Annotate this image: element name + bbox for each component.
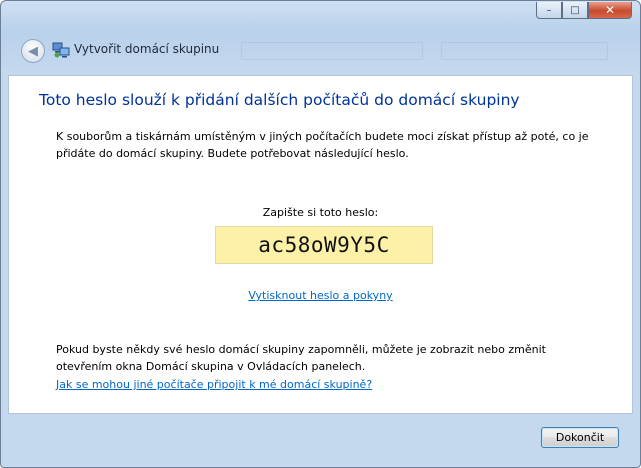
page-heading: Toto heslo slouží k přidání dalších počí…	[39, 91, 520, 109]
print-password-link-label[interactable]: Vytisknout heslo a pokyny	[248, 289, 392, 302]
navigation-bar: ◀ Vytvořit domácí skupinu	[1, 29, 640, 75]
finish-button[interactable]: Dokončit	[541, 427, 619, 448]
search-box-ghost	[441, 42, 608, 60]
content-panel: Toto heslo slouží k přidání dalších počí…	[8, 75, 633, 414]
password-label: Zapište si toto heslo:	[262, 206, 379, 219]
password-display: ac58oW9Y5C	[215, 226, 433, 264]
back-arrow-icon: ◀	[28, 43, 38, 59]
minimize-button[interactable]: –	[536, 2, 562, 19]
homegroup-icon	[52, 42, 70, 58]
wizard-window: – □ ✕ ◀ Vytvořit domácí skupinu Toto hes…	[0, 0, 641, 468]
window-title: Vytvořit domácí skupinu	[74, 42, 220, 56]
address-bar-ghost	[241, 42, 423, 60]
print-password-link[interactable]: Vytisknout heslo a pokyny	[9, 289, 632, 302]
intro-text: K souborům a tiskárnám umístěným v jinýc…	[56, 130, 589, 160]
close-button[interactable]: ✕	[588, 2, 632, 19]
join-help-link[interactable]: Jak se mohou jiné počítače připojit k mé…	[56, 378, 372, 391]
forgot-password-text: Pokud byste někdy své heslo domácí skupi…	[56, 343, 546, 373]
window-controls: – □ ✕	[536, 2, 632, 19]
back-button[interactable]: ◀	[21, 39, 45, 63]
maximize-button[interactable]: □	[562, 2, 588, 19]
